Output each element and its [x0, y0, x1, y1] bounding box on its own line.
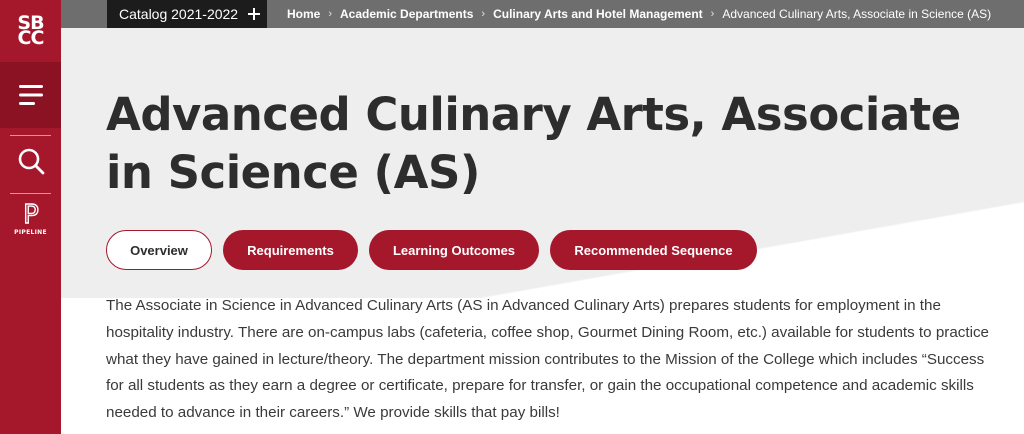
sidebar: SB CC P PIPELINE	[0, 0, 61, 434]
plus-icon	[248, 8, 261, 20]
breadcrumb-separator-icon: ›	[710, 8, 715, 20]
tab-learning-outcomes[interactable]: Learning Outcomes	[369, 230, 539, 270]
top-bar: Catalog 2021-2022 Home › Academic Depart…	[61, 0, 1024, 28]
pipeline-letter: P	[23, 200, 39, 228]
breadcrumb-separator-icon: ›	[481, 8, 486, 20]
tab-requirements[interactable]: Requirements	[223, 230, 358, 270]
page-title: Advanced Culinary Arts, Associate in Sci…	[106, 88, 961, 199]
program-tabs: Overview Requirements Learning Outcomes …	[106, 230, 757, 270]
logo-line-2: CC	[17, 27, 45, 49]
tab-overview[interactable]: Overview	[106, 230, 212, 270]
pipeline-button[interactable]: P PIPELINE	[0, 200, 61, 254]
breadcrumb-separator-icon: ›	[328, 8, 333, 20]
pipeline-icon: P	[22, 200, 39, 228]
breadcrumb-culinary-arts[interactable]: Culinary Arts and Hotel Management	[493, 7, 703, 21]
breadcrumb-home[interactable]: Home	[287, 7, 320, 21]
search-icon	[18, 148, 44, 175]
catalog-label: Catalog 2021-2022	[119, 6, 239, 22]
tab-recommended-sequence[interactable]: Recommended Sequence	[550, 230, 757, 270]
pipeline-label: PIPELINE	[14, 229, 47, 236]
breadcrumb: Home › Academic Departments › Culinary A…	[287, 0, 991, 28]
menu-button[interactable]	[0, 62, 61, 128]
search-button[interactable]	[0, 135, 61, 187]
hamburger-menu-icon	[18, 85, 43, 105]
breadcrumb-academic-departments[interactable]: Academic Departments	[340, 7, 473, 21]
program-description: The Associate in Science in Advanced Cul…	[106, 297, 989, 422]
breadcrumb-current: Advanced Culinary Arts, Associate in Sci…	[722, 7, 992, 21]
sbcc-logo[interactable]: SB CC	[0, 0, 61, 62]
catalog-selector-button[interactable]: Catalog 2021-2022	[107, 0, 267, 28]
sidebar-divider	[10, 193, 51, 194]
